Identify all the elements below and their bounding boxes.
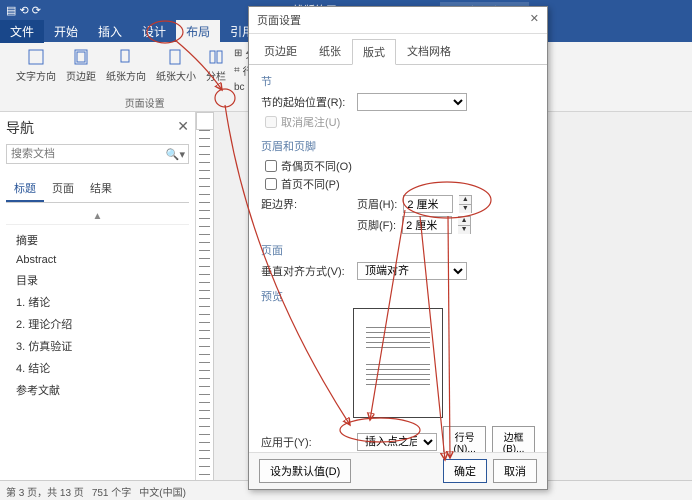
size-button[interactable]: 纸张大小 xyxy=(154,46,198,85)
odd-even-checkbox[interactable] xyxy=(265,160,277,172)
page-setup-group-label: 页面设置↘ xyxy=(14,95,275,110)
dlg-tab-paper[interactable]: 纸张 xyxy=(308,38,352,64)
vertical-ruler[interactable] xyxy=(196,130,214,480)
nav-item[interactable]: 2. 理论介绍 xyxy=(6,313,189,335)
nav-collapse-icon[interactable]: ▲ xyxy=(6,209,189,225)
orientation-button[interactable]: 纸张方向 xyxy=(104,46,148,85)
nav-items: 摘要 Abstract 目录 1. 绪论 2. 理论介绍 3. 仿真验证 4. … xyxy=(6,229,189,401)
dlg-tab-margins[interactable]: 页边距 xyxy=(253,38,308,64)
first-page-checkbox[interactable] xyxy=(265,178,277,190)
valign-select[interactable]: 顶端对齐 xyxy=(357,262,467,280)
nav-tab-pages[interactable]: 页面 xyxy=(44,176,82,202)
dialog-title: 页面设置 xyxy=(257,12,301,28)
nav-item[interactable]: 1. 绪论 xyxy=(6,291,189,313)
status-page[interactable]: 第 3 页，共 13 页 xyxy=(6,484,84,497)
tab-home[interactable]: 开始 xyxy=(44,20,88,43)
page-setup-dialog: 页面设置 ✕ 页边距 纸张 版式 文档网格 节 节的起始位置(R): 取消尾注(U… xyxy=(248,6,548,490)
nav-item[interactable]: 4. 结论 xyxy=(6,357,189,379)
tab-file[interactable]: 文件 xyxy=(0,20,44,43)
distance-label: 距边界: xyxy=(261,196,351,212)
nav-item[interactable]: 参考文献 xyxy=(6,379,189,401)
cancel-button[interactable]: 取消 xyxy=(493,459,537,483)
nav-item[interactable]: 3. 仿真验证 xyxy=(6,335,189,357)
preview-title: 预览 xyxy=(261,288,535,304)
nav-item[interactable]: 目录 xyxy=(6,269,189,291)
header-distance-input[interactable] xyxy=(403,195,453,213)
nav-close-icon[interactable]: ✕ xyxy=(177,118,189,138)
ruler-corner[interactable] xyxy=(196,112,214,130)
suppress-endnotes-label: 取消尾注(U) xyxy=(281,114,340,130)
footer-label: 页脚(F): xyxy=(357,217,396,233)
navigation-pane: 导航 ✕ 🔍▾ 标题 页面 结果 ▲ 摘要 Abstract 目录 1. 绪论 2… xyxy=(0,112,196,480)
suppress-endnotes-checkbox xyxy=(265,116,277,128)
header-footer-title: 页眉和页脚 xyxy=(261,138,535,154)
nav-title: 导航 xyxy=(6,118,34,138)
valign-label: 垂直对齐方式(V): xyxy=(261,263,351,279)
margins-button[interactable]: 页边距 xyxy=(64,46,98,85)
preview-box xyxy=(353,308,443,418)
nav-item[interactable]: 摘要 xyxy=(6,229,189,251)
status-words[interactable]: 751 个字 xyxy=(92,484,131,497)
dlg-tab-grid[interactable]: 文档网格 xyxy=(396,38,462,64)
nav-item[interactable]: Abstract xyxy=(6,251,189,269)
apply-to-select[interactable]: 插入点之后 xyxy=(357,433,437,451)
header-spinner[interactable]: ▲▼ xyxy=(459,195,472,213)
first-page-label: 首页不同(P) xyxy=(281,176,340,192)
footer-spinner[interactable]: ▲▼ xyxy=(458,216,471,234)
search-icon[interactable]: 🔍▾ xyxy=(166,148,185,161)
tab-design[interactable]: 设计 xyxy=(132,20,176,43)
header-label: 页眉(H): xyxy=(357,196,397,212)
default-button[interactable]: 设为默认值(D) xyxy=(259,459,351,483)
footer-distance-input[interactable] xyxy=(402,216,452,234)
page-title: 页面 xyxy=(261,242,535,258)
section-start-label: 节的起始位置(R): xyxy=(261,94,351,110)
search-input[interactable] xyxy=(6,144,189,164)
dlg-tab-layout[interactable]: 版式 xyxy=(352,39,396,65)
tab-insert[interactable]: 插入 xyxy=(88,20,132,43)
section-start-select[interactable] xyxy=(357,93,467,111)
nav-tab-results[interactable]: 结果 xyxy=(82,176,120,202)
tab-layout[interactable]: 布局 xyxy=(176,20,220,43)
quick-access[interactable]: ▤ ⟲ ⟳ xyxy=(6,4,41,17)
text-direction-button[interactable]: 文字方向 xyxy=(14,46,58,85)
section-title: 节 xyxy=(261,73,535,89)
odd-even-label: 奇偶页不同(O) xyxy=(281,158,352,174)
ok-button[interactable]: 确定 xyxy=(443,459,487,483)
nav-tab-headings[interactable]: 标题 xyxy=(6,176,44,202)
columns-button[interactable]: 分栏 xyxy=(204,46,228,85)
status-lang[interactable]: 中文(中国) xyxy=(139,484,186,497)
apply-to-label: 应用于(Y): xyxy=(261,434,351,450)
dialog-close-icon[interactable]: ✕ xyxy=(530,12,539,28)
